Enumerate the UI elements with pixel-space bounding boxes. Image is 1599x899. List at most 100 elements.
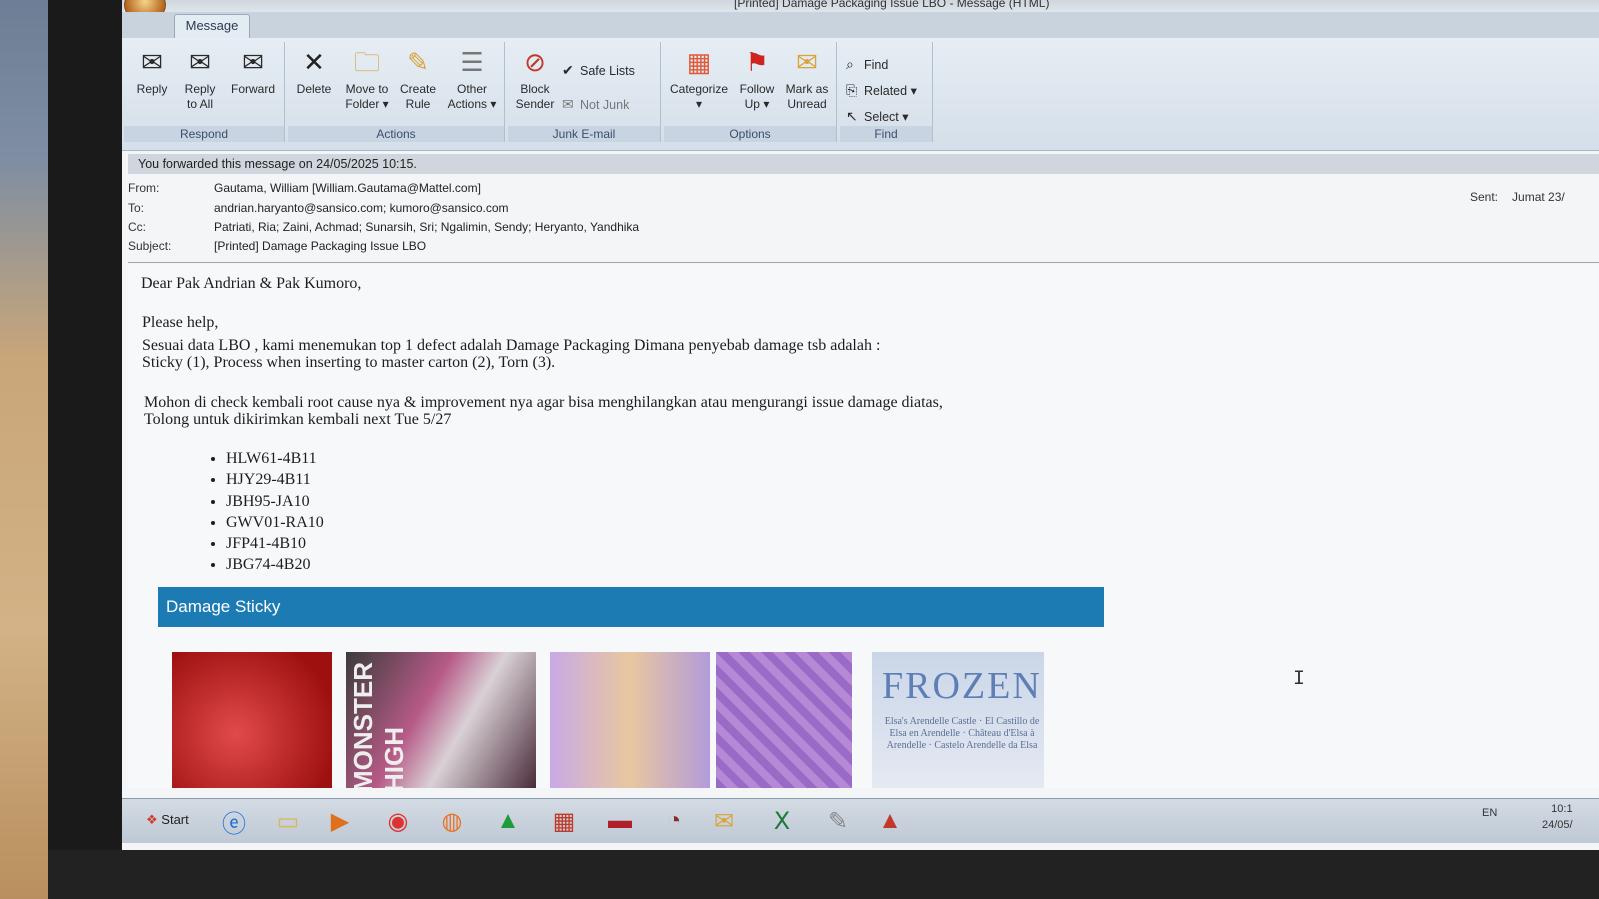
delete-button[interactable]: ✕ Delete [292, 46, 336, 97]
photo-red-package [172, 652, 332, 788]
start-button[interactable]: ❖ Start [142, 805, 196, 835]
media-player-icon[interactable]: ▶ [320, 803, 360, 839]
damage-sticky-banner: Damage Sticky [158, 587, 1104, 627]
find-button[interactable]: ⌕ Find [846, 56, 888, 73]
binoculars-icon: ⌕ [846, 56, 854, 72]
sent-label: Sent: [1470, 190, 1499, 204]
reply-all-icon: ✉ [189, 47, 211, 77]
safe-lists-label: Safe Lists [580, 64, 635, 78]
cc-value[interactable]: Patriati, Ria; Zaini, Achmad; Sunarsih, … [214, 218, 639, 237]
frozen-logo-text: FROZEN [882, 665, 1042, 707]
not-junk-icon: ✉ [562, 96, 574, 112]
monster-high-logo-text: MONSTER HIGH [348, 662, 409, 788]
window-title: [Printed] Damage Packaging Issue LBO - M… [734, 0, 1050, 10]
flag-icon: ⚑ [745, 47, 769, 77]
move-to-folder-button[interactable]: 🗀 Move to Folder ▾ [340, 46, 394, 112]
group-find-label: Find [840, 126, 932, 142]
group-junk: ⊘ Block Sender ✔ Safe Lists ✉ Not Junk Jun… [508, 42, 661, 142]
reply-all-label-1: Reply [184, 82, 216, 96]
group-options: ▦ Categorize ▾ ⚑ Follow Up ▾ ✉ Mark as Un… [664, 42, 837, 142]
group-actions-label: Actions [288, 126, 504, 142]
to-value[interactable]: andrian.haryanto@sansico.com; kumoro@san… [214, 199, 509, 218]
ribbon: ✉ Reply ✉ Reply to All ✉ Forward Respond… [122, 38, 1599, 151]
language-indicator[interactable]: EN [1482, 807, 1497, 819]
reply-all-label-2: to All [186, 97, 213, 111]
sent-field: Sent: Jumat 23/ [1470, 190, 1565, 204]
file-explorer-icon[interactable]: ▭ [268, 803, 308, 839]
cc-row: Cc: Patriati, Ria; Zaini, Achmad; Sunars… [128, 218, 1599, 237]
delete-label: Delete [296, 82, 332, 96]
select-label: Select [864, 110, 899, 124]
outlook-message-window: [Printed] Damage Packaging Issue LBO - M… [122, 0, 1599, 850]
categorize-button[interactable]: ▦ Categorize ▾ [666, 46, 732, 112]
message-body[interactable]: Dear Pak Andrian & Pak Kumoro, Please he… [128, 264, 1599, 788]
other-label-2: Actions [447, 97, 487, 111]
mark-as-unread-button[interactable]: ✉ Mark as Unread [782, 46, 832, 112]
other-actions-button[interactable]: ☰ Other Actions ▾ [444, 46, 500, 112]
outlook-icon[interactable]: ✉ [704, 803, 744, 839]
subject-row: Subject: [Printed] Damage Packaging Issu… [128, 237, 1599, 256]
body-line-3: Sticky (1), Process when inserting to ma… [142, 354, 556, 371]
body-line-2: Sesuai data LBO , kami menemukan top 1 d… [142, 337, 881, 354]
group-respond: ✉ Reply ✉ Reply to All ✉ Forward Respond [124, 42, 285, 142]
group-respond-label: Respond [124, 126, 284, 142]
photo-monster-high-doll: MONSTER HIGH [346, 652, 536, 788]
acrobat-icon[interactable]: ▲ [870, 803, 910, 839]
from-value[interactable]: Gautama, William [William.Gautama@Mattel… [214, 179, 481, 198]
follow-label-1: Follow [739, 82, 775, 96]
chrome-icon[interactable]: ◉ [378, 803, 418, 839]
group-options-label: Options [664, 126, 836, 142]
to-label: To: [128, 201, 145, 215]
clock-date: 24/05/ [1542, 819, 1573, 831]
clock-time: 10:1 [1551, 803, 1573, 815]
spu-circle-app-icon[interactable]: ◔ [654, 803, 694, 839]
delete-x-icon: ✕ [303, 47, 325, 77]
body-line-4: Mohon di check kembali root cause nya & … [144, 394, 943, 411]
select-button[interactable]: ↖ Select ▾ [846, 108, 909, 125]
block-label-2: Sender [515, 97, 555, 111]
pen-app-icon[interactable]: ✎ [818, 803, 858, 839]
greeting-text: Dear Pak Andrian & Pak Kumoro, [141, 275, 362, 292]
move-label-2: Folder [345, 97, 380, 111]
group-find: ⌕ Find ⎘ Related ▾ ↖ Select ▾ Find [840, 42, 933, 142]
follow-up-button[interactable]: ⚑ Follow Up ▾ [734, 46, 780, 112]
subject-value: [Printed] Damage Packaging Issue LBO [214, 239, 427, 253]
forward-label: Forward [230, 82, 275, 96]
grid-app-icon[interactable]: ▦ [544, 803, 584, 839]
tab-message[interactable]: Message [174, 14, 250, 39]
photo-purple-packaging [716, 652, 852, 788]
other-actions-icon: ☰ [460, 47, 484, 77]
windows-logo-icon: ❖ [146, 812, 158, 827]
green-triangle-app-icon[interactable]: ▲ [488, 803, 528, 839]
list-item: HJY29-4B11 [226, 469, 324, 490]
move-label-1: Move to [345, 82, 389, 96]
internet-explorer-icon[interactable]: ⓔ [214, 803, 254, 839]
other-label-1: Other [456, 82, 487, 96]
list-item: HLW61-4B11 [226, 448, 324, 469]
create-label-2: Rule [405, 97, 431, 111]
taskbar: ❖ Start ⓔ ▭ ▶ ◉ ◍ ▲ ▦ ▬ ◔ ✉ Ⅹ ✎ ▲ EN 10:… [122, 798, 1599, 843]
mark-label-1: Mark as [785, 82, 829, 96]
reply-all-button[interactable]: ✉ Reply to All [178, 46, 222, 112]
mark-label-2: Unread [787, 97, 827, 111]
excel-icon[interactable]: Ⅹ [762, 803, 802, 839]
create-rule-button[interactable]: ✎ Create Rule [396, 46, 440, 112]
list-item: JBG74-4B20 [226, 554, 324, 575]
not-junk-button[interactable]: ✉ Not Junk [562, 96, 629, 113]
spu-app-icon[interactable]: ▬ [600, 803, 640, 839]
clock[interactable]: 10:1 24/05/ [1542, 801, 1573, 833]
block-label-1: Block [520, 82, 550, 96]
from-row: From: Gautama, William [William.Gautama@… [128, 179, 1599, 198]
create-rule-icon: ✎ [407, 47, 429, 77]
forward-button[interactable]: ✉ Forward [226, 46, 280, 97]
subject-label: Subject: [128, 239, 172, 253]
related-label: Related [864, 84, 908, 98]
related-icon: ⎘ [846, 82, 858, 98]
safe-lists-button[interactable]: ✔ Safe Lists [562, 62, 635, 79]
related-button[interactable]: ⎘ Related ▾ [846, 82, 917, 99]
reply-button[interactable]: ✉ Reply [130, 46, 174, 97]
list-item: GWV01-RA10 [226, 512, 324, 533]
block-sender-button[interactable]: ⊘ Block Sender [512, 46, 558, 112]
group-actions: ✕ Delete 🗀 Move to Folder ▾ ✎ Create Rul… [288, 42, 505, 142]
firefox-icon[interactable]: ◍ [432, 803, 472, 839]
